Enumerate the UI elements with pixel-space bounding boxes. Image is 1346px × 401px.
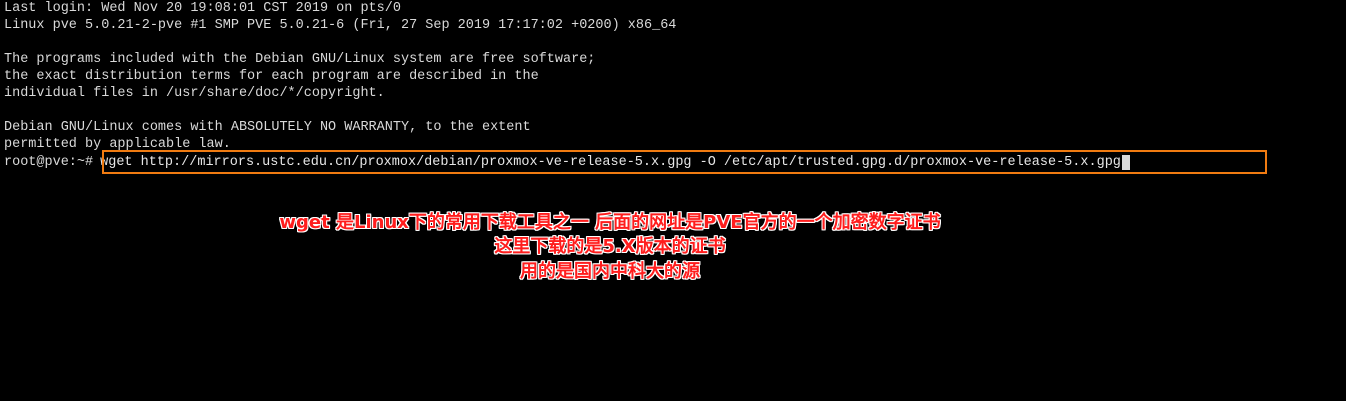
terminal-line-motd-1: The programs included with the Debian GN… (4, 52, 596, 67)
annotation-line-2: 这里下载的是5.X版本的证书 (494, 236, 726, 257)
terminal-line-motd-2: the exact distribution terms for each pr… (4, 69, 539, 84)
annotation-line-3: 用的是国内中科大的源 (520, 261, 700, 282)
terminal-line-kernel-info: Linux pve 5.0.21-2-pve #1 SMP PVE 5.0.21… (4, 18, 677, 33)
annotation-line-1: wget 是Linux下的常用下载工具之一 后面的网址是PVE官方的一个加密数字… (279, 212, 941, 233)
command-highlight-box (102, 150, 1267, 174)
terminal-window[interactable]: Last login: Wed Nov 20 19:08:01 CST 2019… (0, 0, 1346, 401)
terminal-line-motd-3: individual files in /usr/share/doc/*/cop… (4, 86, 385, 101)
terminal-line-last-login: Last login: Wed Nov 20 19:08:01 CST 2019… (4, 1, 401, 16)
shell-prompt: root@pve:~# (4, 155, 94, 170)
terminal-line-warranty-1: Debian GNU/Linux comes with ABSOLUTELY N… (4, 120, 531, 135)
